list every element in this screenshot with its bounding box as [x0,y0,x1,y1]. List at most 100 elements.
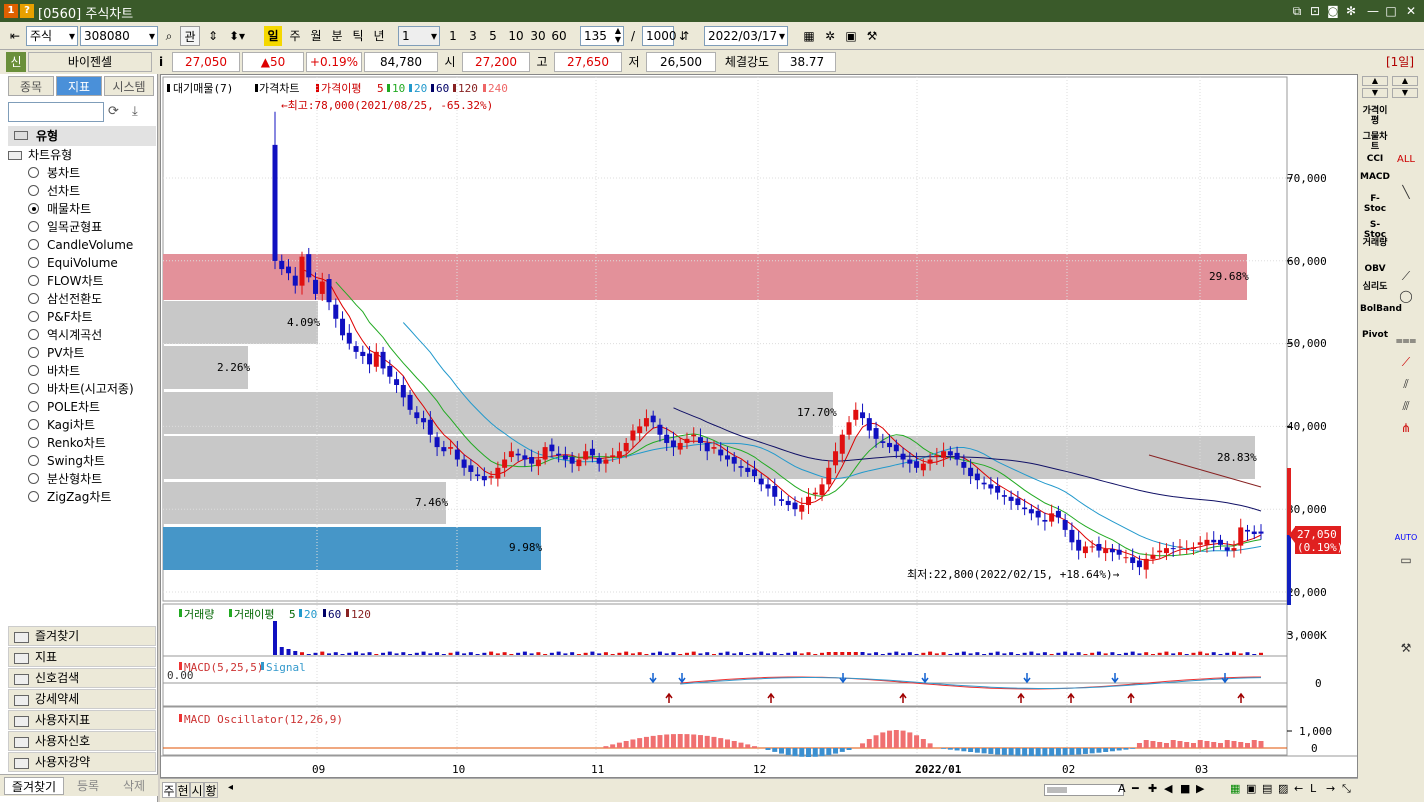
chart-area[interactable]: 대기매물(7) 가격차트 가격이평 5 10 20 60 120 240 29.… [160,74,1358,778]
unit-select[interactable]: 1 ▾ [398,26,440,46]
new-window-icon[interactable]: ⧉ [1290,4,1304,18]
refresh-icon[interactable]: ⟳ [108,104,119,119]
chart-type-option[interactable]: Renko차트 [28,434,106,452]
scroll-down-icon[interactable]: ▼ [1362,88,1388,98]
chart-type-option[interactable]: Kagi차트 [28,416,95,434]
line-draw-icon[interactable]: ╲ [1394,184,1418,200]
grid-icon[interactable]: ▤ [1262,782,1272,795]
font-icon[interactable]: A [1118,782,1126,795]
radio-icon[interactable] [28,383,39,394]
radio-icon[interactable] [28,437,39,448]
all-icon[interactable]: ALL [1394,152,1418,168]
stop-icon[interactable]: ■ [1180,782,1190,795]
help-icon[interactable]: ? [20,4,34,18]
section-header[interactable]: 유형 [8,126,156,146]
tree-root[interactable]: 차트유형 [8,146,72,164]
chart-type-option[interactable]: EquiVolume [28,254,118,272]
back-icon[interactable]: ← [1294,782,1303,795]
min-10-button[interactable]: 10 [506,26,526,46]
chart-type-option[interactable]: P&F차트 [28,308,93,326]
chart-type-option[interactable]: ZigZag차트 [28,488,111,506]
stock-chart-svg[interactable]: 대기매물(7) 가격차트 가격이평 5 10 20 60 120 240 29.… [161,75,1357,777]
radio-icon[interactable] [28,257,39,268]
config-gear-icon[interactable]: ✲ [821,26,839,46]
radio-icon[interactable] [28,275,39,286]
search-icon[interactable]: ⌕ [160,26,178,46]
chart-type-option[interactable]: 삼선전환도 [28,290,102,308]
period-tick-button[interactable]: 틱 [349,26,367,46]
chart-type-option[interactable]: PV차트 [28,344,85,362]
download-icon[interactable]: ⤓ [132,104,138,119]
expand-icon[interactable]: ⇵ [676,26,692,46]
search-input[interactable] [8,102,104,122]
sidebar-menu-item[interactable]: 사용자신호 [8,731,156,751]
radio-icon[interactable] [28,419,39,430]
radio-icon[interactable] [28,455,39,466]
channel-icon[interactable]: ⩶ [1394,332,1418,348]
radio-icon[interactable] [28,347,39,358]
indicator-button[interactable]: 심리도 [1360,282,1390,292]
stock-name[interactable]: 바이젠셀 [28,52,152,72]
save-disk-icon[interactable]: ▣ [1246,782,1256,795]
zoom-out-icon[interactable]: ━ [1132,782,1139,795]
radio-icon[interactable] [28,167,39,178]
radio-icon[interactable] [28,203,39,214]
radio-icon[interactable] [28,473,39,484]
save-icon[interactable]: ▣ [842,26,860,46]
chart-type-option[interactable]: Swing차트 [28,452,105,470]
radio-icon[interactable] [28,401,39,412]
chart-type-option[interactable]: FLOW차트 [28,272,104,290]
period-year-button[interactable]: 년 [370,26,388,46]
sidebar-menu-item[interactable]: 강세약세 [8,689,156,709]
sidebar-menu-item[interactable]: 사용자지표 [8,710,156,730]
date-picker[interactable]: 2022/03/17 ▾ [704,26,788,46]
horizontal-scrollbar[interactable] [1044,784,1124,796]
chart-type-option[interactable]: 역시계곡선 [28,326,102,344]
chart-type-option[interactable]: 봉차트 [28,164,80,182]
indicator-button[interactable]: MACD [1360,172,1390,182]
circle-icon[interactable]: ◯ [1394,288,1418,304]
prev-icon[interactable]: ◀ [1164,782,1172,795]
count-stepper[interactable]: 135 ▲ ▼ [580,26,624,46]
radio-icon[interactable] [28,365,39,376]
min-5-button[interactable]: 5 [486,26,500,46]
scroll-left-icon[interactable]: ◂ [228,782,233,793]
scroll-up-icon[interactable]: ▲ [1362,76,1388,86]
min-30-button[interactable]: 30 [528,26,548,46]
layout-icon[interactable]: ▦ [800,26,818,46]
settings-gear-icon[interactable]: ✻ [1344,4,1358,18]
indicator-button[interactable]: BolBand [1360,304,1402,314]
indicator-button[interactable]: 가격이평 [1360,106,1390,126]
trend-line-icon[interactable]: ⟋ [1394,268,1418,284]
chart-type-option[interactable]: 매물차트 [28,200,91,218]
stepper-arrows-icon[interactable]: ▲ ▼ [615,26,621,44]
tab-status-si[interactable]: 시 [190,782,204,798]
tab-favorites[interactable]: 즐겨찾기 [4,777,64,795]
spin-icon[interactable]: ⬍▾ [226,26,248,46]
link-icon[interactable]: ⊡ [1308,4,1322,18]
zoom-in-icon[interactable]: ✚ [1148,782,1157,795]
indicator-button[interactable]: S-Stoc [1360,220,1390,240]
chart-icon[interactable]: ▨ [1278,782,1288,795]
code-input[interactable]: 308080 ▾ [80,26,158,46]
radio-icon[interactable] [28,221,39,232]
radio-icon[interactable] [28,239,39,250]
tab-stock[interactable]: 종목 [8,76,54,96]
radio-icon[interactable] [28,491,39,502]
resize-icon[interactable]: ⤡ [1342,782,1351,796]
sidebar-menu-item[interactable]: 사용자강약 [8,752,156,772]
chart-type-option[interactable]: 바차트(시고저종) [28,380,134,398]
sidebar-menu-item[interactable]: 지표 [8,647,156,667]
gwan-button[interactable]: 관 [180,26,200,46]
tab-status-hyeon[interactable]: 현 [176,782,190,798]
maximize-icon[interactable]: □ [1384,4,1398,18]
gann-icon[interactable]: ⟋ [1394,354,1418,370]
next-icon[interactable]: ▶ [1196,782,1204,795]
radio-icon[interactable] [28,329,39,340]
forward-icon[interactable]: → [1326,782,1335,795]
period-minute-button[interactable]: 분 [328,26,346,46]
chart-type-option[interactable]: CandleVolume [28,236,133,254]
tools-icon[interactable]: ⚒ [863,26,881,46]
window-icon[interactable]: ▭ [1394,552,1418,568]
tab-status-ju[interactable]: 주 [162,782,176,798]
